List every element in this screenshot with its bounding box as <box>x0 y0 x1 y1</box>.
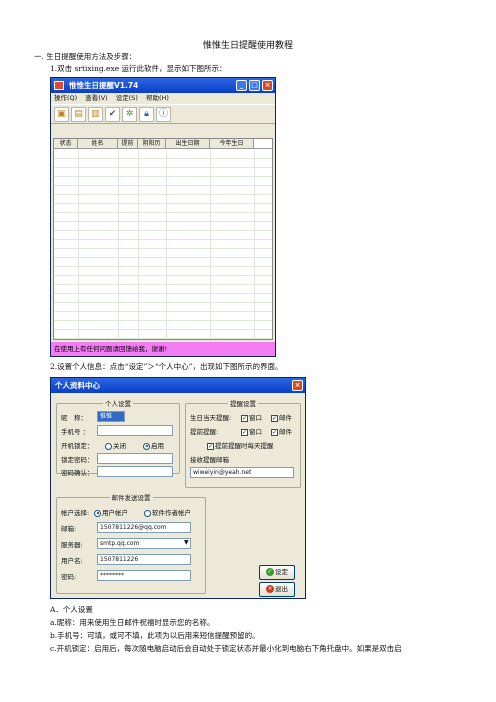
mail-label: 邮箱: <box>61 525 77 533</box>
dialog-title-bar: 个人资料中心 × <box>51 378 305 393</box>
menu-operate[interactable]: 操作(Q) <box>54 93 77 104</box>
col-status[interactable]: 状态 <box>54 139 78 148</box>
today-mail-checkbox[interactable]: ✓ 邮件 <box>271 412 292 422</box>
username-input[interactable]: 1507811226 <box>97 554 191 565</box>
daily-remind-checkbox[interactable]: ✓ 提前提醒时每天提醒 <box>207 440 274 450</box>
lock-on-radio[interactable]: 启用 <box>143 440 164 450</box>
personal-legend: 个人设置 <box>105 400 131 408</box>
mail-input[interactable]: 1507811226@qq.com <box>97 522 191 533</box>
list-rows <box>54 150 272 339</box>
exit-button[interactable]: × 退出 <box>259 582 295 597</box>
early-window-checkbox[interactable]: ✓ 窗口 <box>241 426 262 436</box>
line-a: a.昵称：用来使用生日邮件祝福时显示您的名称。 <box>50 618 215 627</box>
col-advance[interactable]: 提前 <box>118 139 138 148</box>
profile-dialog: 个人资料中心 × 个人设置 昵 称： 惟惟 手机号 ： 开机锁定： 关闭 启用 … <box>50 377 306 599</box>
list-header: 状态 姓名 提前 阴阳历 出生日期 今年生日 <box>54 139 272 149</box>
check-icon[interactable]: ✔ <box>105 107 120 122</box>
early-remind-label: 提前提醒: <box>190 428 219 436</box>
menu-view[interactable]: 查看(V) <box>85 93 108 104</box>
status-bar: 在使用上有任何问题请回馈给我，谢谢! <box>51 342 275 356</box>
lock-off-radio[interactable]: 关闭 <box>105 440 126 450</box>
toolbar: ▣ ▤ ▥ ✔ ✲ 🔒︎ ⓘ <box>51 104 275 124</box>
username-label: 用户名: <box>61 557 83 565</box>
step-1-text: 1.双击 srtixing.exe 运行此软件，显示如下图所示： <box>50 64 227 73</box>
app-icon <box>54 81 64 90</box>
close-button[interactable]: × <box>262 80 273 91</box>
password-confirm-label: 密码确认： <box>61 469 94 477</box>
step-2-text: 2.设置个人信息：点击“设定”＞“个人中心”，出现如下图所示的界面。 <box>50 362 283 371</box>
nickname-label: 昵 称： <box>61 414 87 422</box>
phone-input[interactable] <box>97 425 173 436</box>
window-title: 惟惟生日提醒V1.74 <box>69 81 139 90</box>
lock-icon[interactable]: 🔒︎ <box>139 107 154 122</box>
password-label: 密码: <box>61 573 77 581</box>
menu-bar: 操作(Q) 查看(V) 设定(S) 帮助(H) <box>51 93 275 104</box>
early-mail-checkbox[interactable]: ✓ 邮件 <box>271 426 292 436</box>
close-circle-icon: × <box>266 585 274 593</box>
maximize-button[interactable]: □ <box>249 80 260 91</box>
user-account-radio[interactable]: 用户帐户 <box>94 507 128 517</box>
today-window-checkbox[interactable]: ✓ 窗口 <box>241 412 262 422</box>
chevron-down-icon[interactable]: ▼ <box>184 539 189 546</box>
set-button[interactable]: ✓ 设定 <box>259 565 295 580</box>
lock-password-label: 锁定密码： <box>61 456 94 464</box>
line-b: b.手机号：可填，或可不填，此项为以后用来短信提醒预留的。 <box>50 631 260 640</box>
line-c: c.开机锁定：启用后，每次随电脑启动后会自动处于锁定状态并最小化到电脑右下角托盘… <box>50 644 402 653</box>
mail-legend: 邮件发送设置 <box>111 494 151 502</box>
section-heading: 一. 生日提醒使用方法及步骤： <box>34 52 137 61</box>
author-account-radio[interactable]: 软件作者帐户 <box>144 507 191 517</box>
minimize-button[interactable]: _ <box>236 80 247 91</box>
dialog-close-button[interactable]: × <box>292 380 303 391</box>
check-circle-icon: ✓ <box>266 568 274 576</box>
col-this-year[interactable]: 今年生日 <box>210 139 254 148</box>
dialog-title: 个人资料中心 <box>55 381 100 390</box>
main-window: 惟惟生日提醒V1.74 _ □ × 操作(Q) 查看(V) 设定(S) 帮助(H… <box>50 77 276 357</box>
password-confirm-input[interactable] <box>97 466 173 477</box>
phone-label: 手机号 ： <box>61 428 90 436</box>
add-icon[interactable]: ▣ <box>54 107 69 122</box>
password-input[interactable]: ******** <box>97 570 191 581</box>
edit-icon[interactable]: ▤ <box>71 107 86 122</box>
account-choice-label: 帐户选择: <box>61 509 90 517</box>
col-birthdate[interactable]: 出生日期 <box>166 139 210 148</box>
today-remind-label: 生日当天提醒: <box>190 414 232 422</box>
nickname-input[interactable]: 惟惟 <box>97 411 125 422</box>
server-select[interactable]: smtp.qq.com <box>97 538 191 549</box>
recv-email-input[interactable]: wiweiyin@yeah.net <box>190 467 294 478</box>
menu-help[interactable]: 帮助(H) <box>146 93 169 104</box>
boot-lock-label: 开机锁定： <box>61 442 94 450</box>
server-label: 服务器: <box>61 541 83 549</box>
recv-email-label: 接收提醒邮箱 <box>190 456 229 464</box>
menu-settings[interactable]: 设定(S) <box>116 93 138 104</box>
delete-icon[interactable]: ▥ <box>88 107 103 122</box>
col-name[interactable]: 姓名 <box>78 139 118 148</box>
doc-title: 惟惟生日提醒使用教程 <box>202 41 293 51</box>
birthday-list[interactable]: 状态 姓名 提前 阴阳历 出生日期 今年生日 <box>53 138 273 340</box>
reminder-legend: 提醒设置 <box>230 400 256 408</box>
lock-password-input[interactable] <box>97 453 173 464</box>
col-calendar[interactable]: 阴阳历 <box>138 139 166 148</box>
section-a-heading: A．个人设置 <box>50 605 93 614</box>
title-bar: 惟惟生日提醒V1.74 _ □ × <box>51 78 275 93</box>
settings-icon[interactable]: ✲ <box>122 107 137 122</box>
info-icon[interactable]: ⓘ <box>156 107 171 122</box>
